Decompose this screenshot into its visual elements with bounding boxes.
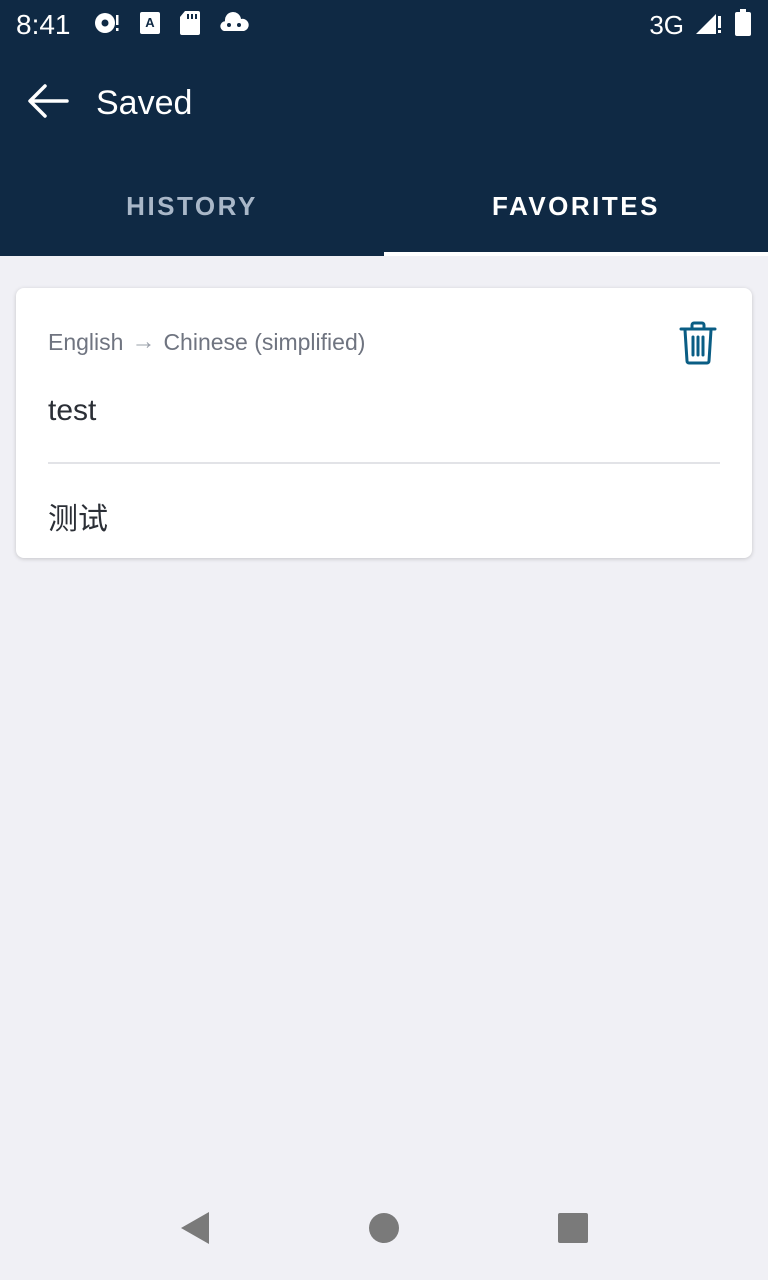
status-bar: 8:41 A 3G [0, 0, 768, 50]
nav-home-button[interactable] [354, 1200, 414, 1260]
back-triangle-icon [179, 1211, 211, 1250]
divider [48, 462, 720, 464]
svg-text:A: A [145, 15, 155, 30]
translated-text: 测试 [48, 502, 108, 537]
sd-card-icon [179, 10, 201, 41]
battery-icon [734, 8, 752, 42]
nav-recents-button[interactable] [543, 1200, 603, 1260]
font-icon: A [139, 10, 161, 41]
app-bar: Saved [0, 50, 768, 156]
tab-favorites[interactable]: FAVORITES [384, 156, 768, 256]
language-pair: English → Chinese (simplified) [48, 328, 365, 356]
target-language: Chinese (simplified) [163, 328, 366, 355]
tab-history[interactable]: HISTORY [0, 156, 384, 256]
favorite-card[interactable]: English → Chinese (simplified) test 测试 [16, 288, 752, 558]
language-arrow: → [131, 328, 156, 355]
source-language: English [48, 328, 124, 355]
arrow-left-icon [27, 83, 69, 124]
favorites-list: English → Chinese (simplified) test 测试 [0, 256, 768, 1180]
nav-back-button[interactable] [165, 1200, 225, 1260]
home-circle-icon [368, 1212, 400, 1249]
sync-icon [93, 10, 121, 41]
source-text: test [48, 394, 97, 427]
tab-bar: HISTORY FAVORITES [0, 156, 768, 256]
page-title: Saved [96, 83, 193, 122]
status-right: 3G [649, 8, 752, 42]
delete-button[interactable] [678, 321, 718, 370]
back-button[interactable] [0, 50, 96, 156]
signal-icon [694, 10, 724, 41]
status-icons-left: A [93, 10, 249, 41]
system-nav-bar [0, 1180, 768, 1280]
network-type: 3G [649, 9, 684, 40]
recents-square-icon [557, 1212, 589, 1249]
cloud-icon [219, 11, 249, 40]
status-time: 8:41 [16, 9, 71, 40]
trash-icon [679, 321, 717, 370]
